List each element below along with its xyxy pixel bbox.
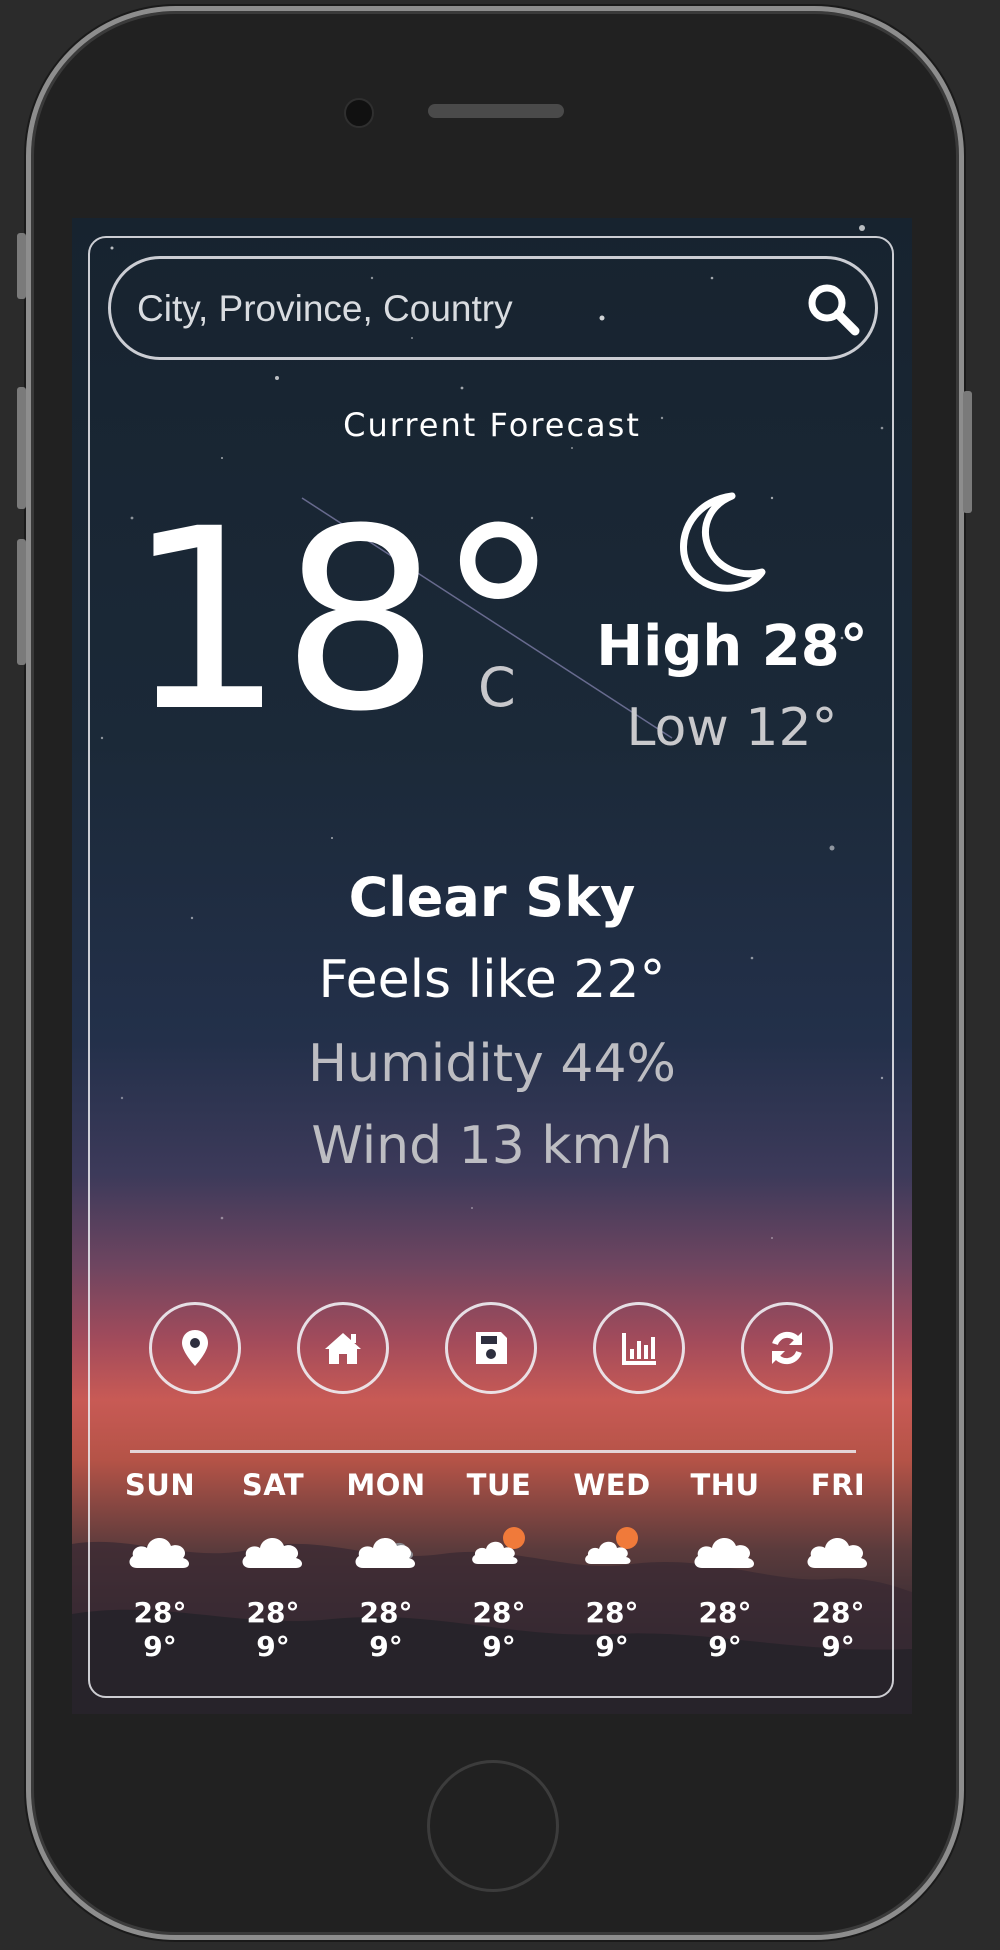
forecast-low: 9°: [369, 1630, 403, 1663]
chart-icon: [622, 1333, 656, 1365]
forecast-divider: [130, 1450, 856, 1453]
weather-app-screen: Current Forecast 18° C High 28° Low 12° …: [72, 218, 912, 1714]
cloud-sun-icon: [585, 1527, 638, 1564]
low-temperature: Low 12°: [626, 698, 838, 758]
wind-speed: Wind 13 km/h: [311, 1116, 673, 1176]
weather-condition: Clear Sky: [348, 866, 636, 929]
refresh-button[interactable]: [741, 1302, 833, 1394]
location-search-input[interactable]: [135, 277, 779, 341]
cloud-icon: [242, 1537, 302, 1568]
forecast-high: 28°: [811, 1596, 865, 1629]
forecast-low: 9°: [595, 1630, 629, 1663]
temperature-unit: C: [478, 656, 516, 719]
forecast-low: 9°: [708, 1630, 742, 1663]
feels-like: Feels like 22°: [318, 950, 666, 1010]
forecast-day: FRI 28° 9°: [788, 1468, 888, 1664]
forecast-day: SAT 28° 9°: [223, 1468, 323, 1664]
forecast-high: 28°: [472, 1596, 526, 1629]
power-button: [963, 391, 972, 513]
forecast-high: 28°: [133, 1596, 187, 1629]
search-bar: [108, 256, 878, 360]
volume-down-button: [17, 539, 26, 665]
home-location-button[interactable]: [297, 1302, 389, 1394]
forecast-low: 9°: [821, 1630, 855, 1663]
high-temperature: High 28°: [596, 614, 868, 679]
save-location-button[interactable]: [445, 1302, 537, 1394]
forecast-low: 9°: [256, 1630, 290, 1663]
forecast-low: 9°: [482, 1630, 516, 1663]
moon-icon: [680, 492, 766, 592]
location-button[interactable]: [149, 1302, 241, 1394]
front-camera: [344, 98, 374, 128]
cloud-icon: [129, 1537, 189, 1568]
cloud-sun-icon: [472, 1527, 525, 1564]
forecast-high: 28°: [246, 1596, 300, 1629]
forecast-day: THU 28° 9°: [675, 1468, 775, 1664]
forecast-day-name: SAT: [241, 1468, 305, 1502]
statistics-button[interactable]: [593, 1302, 685, 1394]
forecast-day: SUN 28° 9°: [110, 1468, 210, 1664]
action-buttons: [149, 1302, 839, 1398]
search-icon[interactable]: [803, 279, 863, 339]
home-icon: [325, 1333, 361, 1364]
forecast-day: TUE 28° 9°: [449, 1468, 549, 1664]
current-forecast-label: Current Forecast: [343, 406, 641, 444]
earpiece-speaker: [428, 104, 564, 118]
home-button[interactable]: [427, 1760, 559, 1892]
forecast-day-name: WED: [573, 1468, 651, 1502]
forecast-day-name: SUN: [124, 1468, 196, 1502]
forecast-day: MON 28° 9°: [336, 1468, 436, 1664]
humidity: Humidity 44%: [308, 1034, 676, 1094]
forecast-day-name: THU: [690, 1468, 760, 1502]
forecast-day-name: MON: [346, 1468, 426, 1502]
save-icon: [476, 1332, 507, 1364]
cloud-icon: [807, 1537, 867, 1568]
forecast-day: WED 28° 9°: [562, 1468, 662, 1664]
forecast-high: 28°: [359, 1596, 413, 1629]
weekly-forecast: SUN 28° 9° SAT 28° 9° MON 28° 9° TUE 28°…: [110, 1468, 890, 1688]
forecast-day-name: TUE: [466, 1468, 532, 1502]
mute-switch: [17, 233, 26, 299]
forecast-high: 28°: [585, 1596, 639, 1629]
forecast-high: 28°: [698, 1596, 752, 1629]
volume-up-button: [17, 387, 26, 509]
location-pin-icon: [182, 1330, 208, 1366]
forecast-day-name: FRI: [810, 1468, 866, 1502]
cloud-icon: [694, 1537, 754, 1568]
cloud-icon: [355, 1537, 415, 1568]
refresh-icon: [772, 1331, 802, 1365]
forecast-low: 9°: [143, 1630, 177, 1663]
